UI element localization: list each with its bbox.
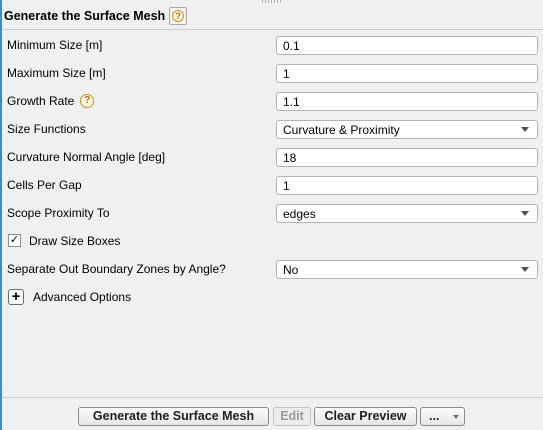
- footer-divider: [2, 397, 543, 398]
- chevron-down-icon: [453, 415, 459, 419]
- separate-zones-value: No: [283, 263, 299, 277]
- draw-size-boxes-label[interactable]: Draw Size Boxes: [29, 234, 120, 248]
- size-functions-dropdown[interactable]: Curvature & Proximity: [276, 120, 538, 139]
- chevron-down-icon: [521, 211, 529, 216]
- row-draw-size-boxes: ✓ Draw Size Boxes: [2, 230, 541, 252]
- clear-preview-button[interactable]: Clear Preview: [314, 407, 417, 426]
- cells-per-gap-label: Cells Per Gap: [7, 178, 82, 192]
- row-size-functions: Size Functions Curvature & Proximity: [2, 118, 541, 140]
- help-icon[interactable]: ?: [80, 94, 95, 108]
- more-options-button[interactable]: ...: [420, 407, 465, 426]
- cells-per-gap-input[interactable]: 1: [276, 176, 538, 195]
- header-divider: [2, 29, 543, 30]
- panel-drag-handle[interactable]: [262, 0, 282, 3]
- checkmark-icon: ✓: [9, 234, 20, 246]
- maximum-size-input[interactable]: 1: [276, 64, 538, 83]
- row-curvature-normal-angle: Curvature Normal Angle [deg] 18: [2, 146, 541, 168]
- row-separate-zones: Separate Out Boundary Zones by Angle? No: [2, 258, 541, 280]
- separate-zones-dropdown[interactable]: No: [276, 260, 538, 279]
- size-functions-value: Curvature & Proximity: [283, 123, 400, 137]
- growth-rate-input[interactable]: 1.1: [276, 92, 538, 111]
- separate-zones-label: Separate Out Boundary Zones by Angle?: [7, 262, 226, 276]
- plus-icon[interactable]: +: [8, 289, 24, 305]
- growth-rate-label: Growth Rate: [7, 94, 75, 108]
- advanced-options-label[interactable]: Advanced Options: [33, 290, 131, 304]
- minimum-size-label: Minimum Size [m]: [7, 38, 103, 52]
- panel-header: Generate the Surface Mesh ?: [2, 4, 188, 28]
- size-functions-label: Size Functions: [7, 122, 86, 136]
- edit-button[interactable]: Edit: [273, 407, 311, 426]
- scope-proximity-dropdown[interactable]: edges: [276, 204, 538, 223]
- row-scope-proximity: Scope Proximity To edges: [2, 202, 541, 224]
- help-icon: ?: [172, 10, 185, 22]
- row-maximum-size: Maximum Size [m] 1: [2, 62, 541, 84]
- more-options-label: ...: [429, 409, 440, 423]
- row-minimum-size: Minimum Size [m] 0.1: [2, 34, 541, 56]
- draw-size-boxes-checkbox[interactable]: ✓: [8, 234, 21, 247]
- row-cells-per-gap: Cells Per Gap 1: [2, 174, 541, 196]
- panel-help-button[interactable]: ?: [169, 7, 188, 25]
- maximum-size-label: Maximum Size [m]: [7, 66, 106, 80]
- growth-rate-label-group: Growth Rate ?: [7, 94, 95, 108]
- row-growth-rate: Growth Rate ? 1.1: [2, 90, 541, 112]
- generate-surface-mesh-button[interactable]: Generate the Surface Mesh: [78, 407, 269, 426]
- chevron-down-icon: [521, 127, 529, 132]
- panel-title: Generate the Surface Mesh: [4, 9, 166, 23]
- scope-proximity-label: Scope Proximity To: [7, 206, 110, 220]
- row-advanced-options: + Advanced Options: [2, 286, 541, 308]
- minimum-size-input[interactable]: 0.1: [276, 36, 538, 55]
- scope-proximity-value: edges: [283, 207, 316, 221]
- curvature-normal-angle-label: Curvature Normal Angle [deg]: [7, 150, 166, 164]
- curvature-normal-angle-input[interactable]: 18: [276, 148, 538, 167]
- chevron-down-icon: [521, 267, 529, 272]
